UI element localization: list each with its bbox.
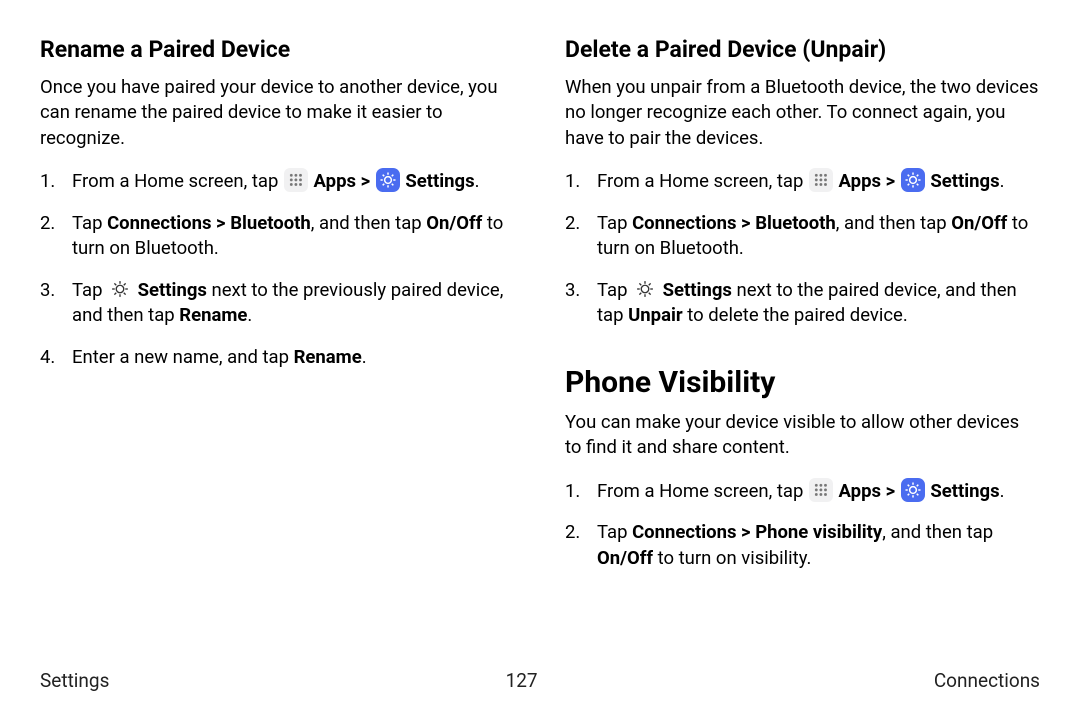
list-item: Tap Connections > Phone visibility, and …: [565, 520, 1040, 571]
page-number: 127: [506, 669, 538, 692]
delete-intro: When you unpair from a Bluetooth device,…: [565, 75, 1040, 152]
page-footer: Settings 127 Connections: [40, 669, 1040, 692]
apps-icon: [284, 168, 308, 192]
apps-icon: [809, 478, 833, 502]
settings-icon: [901, 168, 925, 192]
list-item: From a Home screen, tap Apps > Settings.: [40, 169, 515, 195]
left-column: Rename a Paired Device Once you have pai…: [40, 36, 515, 587]
list-item: From a Home screen, tap Apps > Settings.: [565, 169, 1040, 195]
settings-icon: [901, 478, 925, 502]
visibility-intro: You can make your device visible to allo…: [565, 410, 1040, 461]
visibility-heading: Phone Visibility: [565, 365, 1040, 400]
gear-icon: [108, 277, 132, 301]
rename-intro: Once you have paired your device to anot…: [40, 75, 515, 152]
list-item: Tap Connections > Bluetooth, and then ta…: [40, 211, 515, 262]
right-column: Delete a Paired Device (Unpair) When you…: [565, 36, 1040, 587]
settings-icon: [376, 168, 400, 192]
visibility-steps: From a Home screen, tap Apps > Settings.…: [565, 479, 1040, 572]
list-item: Enter a new name, and tap Rename.: [40, 345, 515, 371]
list-item: Tap Connections > Bluetooth, and then ta…: [565, 211, 1040, 262]
list-item: From a Home screen, tap Apps > Settings.: [565, 479, 1040, 505]
delete-steps: From a Home screen, tap Apps > Settings.…: [565, 169, 1040, 329]
rename-steps: From a Home screen, tap Apps > Settings.…: [40, 169, 515, 370]
footer-right: Connections: [934, 669, 1040, 692]
apps-icon: [809, 168, 833, 192]
delete-heading: Delete a Paired Device (Unpair): [565, 36, 1040, 65]
gear-icon: [633, 277, 657, 301]
list-item: Tap Settings next to the paired device, …: [565, 278, 1040, 329]
rename-heading: Rename a Paired Device: [40, 36, 515, 65]
footer-left: Settings: [40, 669, 109, 692]
list-item: Tap Settings next to the previously pair…: [40, 278, 515, 329]
